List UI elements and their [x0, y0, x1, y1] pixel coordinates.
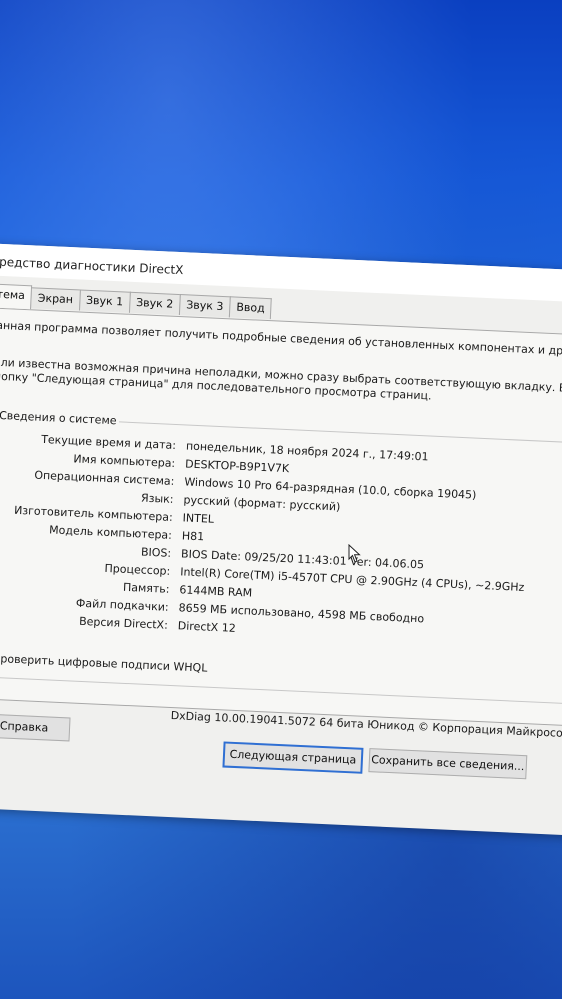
info-label: Язык:: [140, 491, 174, 506]
tab-input[interactable]: Ввод: [228, 296, 273, 320]
info-value: H81: [181, 529, 205, 544]
tab-display[interactable]: Экран: [30, 287, 81, 311]
tab-sound-1[interactable]: Звук 1: [78, 289, 131, 313]
tab-sound-3[interactable]: Звук 3: [178, 294, 231, 318]
dxdiag-window: редство диагностики DirectX стема Экран …: [0, 242, 562, 836]
save-all-info-button[interactable]: Сохранить все сведения...: [368, 748, 528, 780]
info-value: DESKTOP-B9P1V7K: [184, 457, 290, 476]
window-title: редство диагностики DirectX: [0, 254, 184, 278]
info-label: Имя компьютера:: [73, 452, 176, 470]
help-button[interactable]: Справка: [0, 713, 71, 742]
next-page-button[interactable]: Следующая страница: [222, 741, 364, 774]
info-label: Процессор:: [104, 561, 171, 578]
info-label: Модель компьютера:: [48, 523, 173, 542]
info-label: Текущие время и дата:: [40, 432, 177, 453]
info-value: INTEL: [182, 511, 215, 526]
info-label: Версия DirectX:: [78, 614, 169, 632]
info-label: Память:: [122, 580, 170, 596]
info-label: BIOS:: [140, 545, 172, 560]
tab-sound-2[interactable]: Звук 2: [128, 291, 181, 316]
info-value: 6144MB RAM: [179, 583, 253, 600]
info-value: DirectX 12: [177, 619, 237, 635]
info-label: Файл подкачки:: [75, 596, 169, 614]
tab-system[interactable]: стема: [0, 283, 33, 310]
